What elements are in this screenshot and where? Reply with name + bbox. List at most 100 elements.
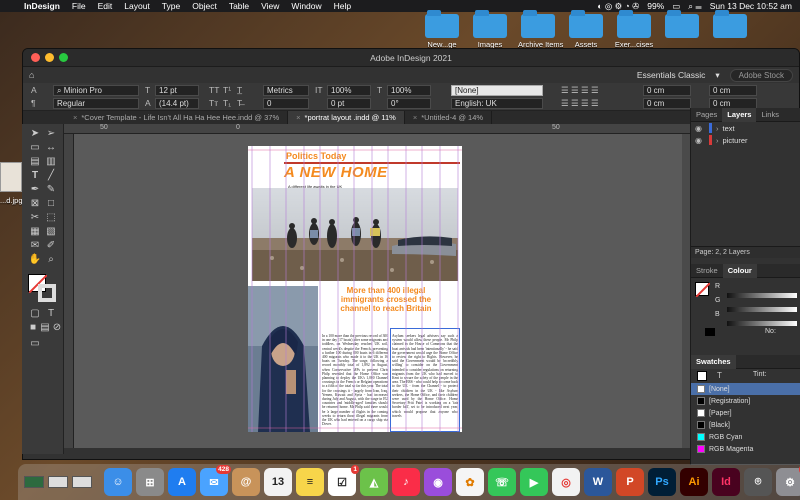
kicker-text[interactable]: Politics Today — [286, 151, 346, 161]
rectangle-tool-icon[interactable]: □ — [44, 198, 58, 210]
all-caps-button[interactable]: TT — [209, 85, 219, 95]
scissors-tool-icon[interactable]: ✂ — [28, 212, 42, 224]
contacts-icon[interactable]: @ — [232, 468, 260, 496]
rectangle-frame-tool-icon[interactable]: ⊠ — [28, 198, 42, 210]
stroke-swatch[interactable] — [38, 284, 56, 302]
workspace-switcher[interactable]: Essentials Classic — [637, 70, 706, 80]
expand-chevron-icon[interactable]: › — [716, 136, 719, 145]
swatch-row-rgb-cyan[interactable]: RGB Cyan — [691, 431, 800, 443]
tab-portrait-layout[interactable]: × *portrat layout .indd @ 11% — [288, 111, 405, 124]
close-icon[interactable]: × — [73, 113, 77, 122]
battery-percent[interactable]: 99% — [647, 1, 664, 11]
align-buttons[interactable]: ☰ ☰ ☰ ☰ — [561, 85, 599, 96]
minimized-window[interactable] — [72, 476, 92, 488]
selection-tool-icon[interactable]: ➤ — [28, 128, 42, 140]
headline-text[interactable]: A NEW HOME — [284, 164, 388, 181]
minimized-window[interactable] — [48, 476, 68, 488]
body-column-1[interactable]: In a 100 more than the previous record o… — [322, 334, 388, 430]
tab-links[interactable]: Links — [756, 108, 784, 122]
status-icons[interactable]: ◐ ◎ ⚙ ◔ ✇ — [597, 1, 639, 12]
wifi-search-icons[interactable]: ⌕ ☰ — [688, 1, 702, 12]
facetime-icon[interactable]: ▶ — [520, 468, 548, 496]
window-titlebar[interactable]: Adobe InDesign 2021 — [23, 49, 799, 67]
system-preferences-icon[interactable]: ⚙2 — [776, 465, 800, 496]
zoom-tool-icon[interactable]: ⌕ — [44, 254, 58, 266]
finder-icon[interactable]: ☺ — [104, 468, 132, 496]
home-icon[interactable]: ⌂ — [29, 70, 41, 80]
adobe-stock-search[interactable]: Adobe Stock — [729, 68, 793, 82]
swatch-row-black[interactable]: [Black] — [691, 419, 800, 431]
word-icon[interactable]: W — [584, 468, 612, 496]
horizontal-scale-field[interactable]: 100% — [387, 85, 431, 96]
leading-field[interactable]: (14.4 pt) — [155, 98, 199, 109]
app-store-icon[interactable]: A — [168, 468, 196, 496]
tab-layers[interactable]: Layers — [722, 107, 757, 122]
desktop-folder[interactable] — [710, 10, 750, 40]
chrome-icon[interactable]: ◎ — [552, 468, 580, 496]
vertical-scrollbar[interactable] — [682, 134, 690, 448]
first-line-indent-field[interactable]: 0 cm — [643, 98, 691, 109]
pencil-tool-icon[interactable]: ✎ — [44, 184, 58, 196]
subscript-button[interactable]: T₁ — [223, 98, 231, 108]
expand-chevron-icon[interactable]: › — [716, 124, 719, 133]
minimize-window-button[interactable] — [45, 53, 54, 62]
colour-fill-swatch[interactable] — [695, 282, 711, 298]
page-tool-icon[interactable]: ▭ — [28, 142, 42, 154]
indesign-icon[interactable]: Id — [712, 468, 740, 496]
black-chip[interactable] — [705, 328, 715, 336]
channel-r-slider[interactable] — [727, 293, 797, 298]
pullquote-text[interactable]: More than 400 illegal immigrants crossed… — [336, 286, 436, 313]
content-placer-icon[interactable]: ▥ — [44, 156, 58, 168]
apply-none-icon[interactable]: ⊘ — [50, 322, 64, 334]
vertical-scale-field[interactable]: 100% — [327, 85, 371, 96]
menu-layout[interactable]: Layout — [118, 1, 156, 11]
menu-object[interactable]: Object — [186, 1, 223, 11]
visibility-eye-icon[interactable]: ◉ — [695, 136, 705, 145]
mail-icon[interactable]: ✉ 428 — [200, 465, 231, 496]
launchpad-icon[interactable]: ⊞ — [136, 468, 164, 496]
photos-icon[interactable]: ✿ — [456, 468, 484, 496]
layer-row-picturer[interactable]: ◉ › picturer — [691, 134, 800, 146]
small-caps-button[interactable]: Tᴛ — [209, 98, 218, 108]
swatch-row-none[interactable]: [None] — [691, 383, 800, 395]
formatting-container-icon[interactable]: ▢ — [28, 308, 42, 320]
music-icon[interactable]: ♪ — [392, 468, 420, 496]
note-tool-icon[interactable]: ✉ — [28, 240, 42, 252]
podcasts-icon[interactable]: ◉ — [424, 468, 452, 496]
zoom-window-button[interactable] — [59, 53, 68, 62]
underline-button[interactable]: T̲ — [237, 85, 242, 95]
tab-stroke[interactable]: Stroke — [691, 264, 723, 278]
hand-tool-icon[interactable]: ✋ — [28, 254, 42, 266]
tab-untitled-4[interactable]: × *Untitled-4 @ 14% — [405, 111, 493, 124]
close-icon[interactable]: × — [296, 113, 300, 122]
horizontal-ruler[interactable]: 50 0 50 — [64, 124, 690, 134]
formatting-text-icon[interactable]: T — [717, 371, 722, 380]
close-window-button[interactable] — [31, 53, 40, 62]
hero-photo[interactable] — [252, 188, 458, 281]
visibility-eye-icon[interactable]: ◉ — [695, 124, 705, 133]
close-icon[interactable]: × — [413, 113, 417, 122]
illustrator-icon[interactable]: Ai — [680, 468, 708, 496]
maps-icon[interactable]: ◭ — [360, 468, 388, 496]
workspace-chevron-icon[interactable]: ▾ — [715, 70, 719, 81]
screen-mode-icon[interactable]: ▭ — [28, 338, 42, 350]
desktop-folder[interactable] — [662, 10, 702, 40]
menu-table[interactable]: Table — [223, 1, 255, 11]
direct-selection-tool-icon[interactable]: ➢ — [44, 128, 58, 140]
menu-file[interactable]: File — [66, 1, 92, 11]
pen-tool-icon[interactable]: ✒ — [28, 184, 42, 196]
messages-icon[interactable]: ☏ — [488, 468, 516, 496]
justify-buttons[interactable]: ☰ ☰ ☰ ☰ — [561, 98, 599, 109]
tab-colour[interactable]: Colour — [722, 263, 757, 278]
powerpoint-icon[interactable]: P — [616, 468, 644, 496]
tab-swatches[interactable]: Swatches — [691, 354, 736, 369]
desktop-folder[interactable]: Assets — [566, 10, 606, 49]
desktop-folder[interactable]: Images — [470, 10, 510, 49]
menu-view[interactable]: View — [255, 1, 285, 11]
desktop-folder[interactable]: New...ge — [422, 10, 462, 49]
tracking-field[interactable]: 0 — [263, 98, 309, 109]
font-style-field[interactable]: Regular — [53, 98, 139, 109]
font-family-field[interactable]: ⌕ Minion Pro — [53, 85, 139, 96]
fill-none-icon[interactable] — [697, 371, 707, 381]
photoshop-icon[interactable]: Ps — [648, 468, 676, 496]
